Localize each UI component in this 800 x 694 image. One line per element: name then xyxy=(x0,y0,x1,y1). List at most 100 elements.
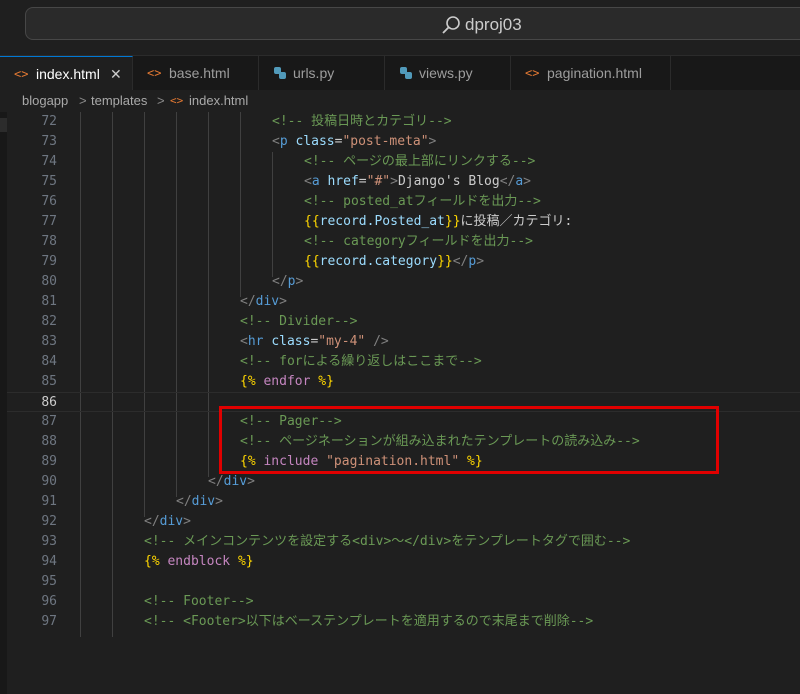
code-text: <!-- Divider--> xyxy=(240,312,357,332)
search-icon xyxy=(442,16,460,34)
code-line[interactable]: 73 <p class="post-meta"> xyxy=(7,132,800,152)
code-token: </ xyxy=(176,494,192,509)
editor-tab-bar: <> index.html ✕ <> base.html urls.py vie… xyxy=(0,55,800,91)
line-number: 89 xyxy=(41,454,57,469)
line-number: 97 xyxy=(41,614,57,629)
code-token: class xyxy=(271,334,311,349)
tab-base-html[interactable]: <> base.html xyxy=(133,56,259,91)
code-line[interactable]: 82 <!-- Divider--> xyxy=(7,312,800,332)
python-icon xyxy=(400,67,412,79)
code-line[interactable]: 79 {{record.category}}</p> xyxy=(7,252,800,272)
breadcrumb: blogapp > templates > <> index.html xyxy=(0,90,800,112)
code-line[interactable]: 81 </div> xyxy=(7,292,800,312)
line-number: 75 xyxy=(41,174,57,189)
code-line[interactable]: 96 <!-- Footer--> xyxy=(7,592,800,612)
line-number: 74 xyxy=(41,154,57,169)
code-text: </div> xyxy=(240,292,287,312)
code-token: </ xyxy=(144,514,160,529)
line-number: 94 xyxy=(41,554,57,569)
tab-pagination-html[interactable]: <> pagination.html xyxy=(511,56,671,91)
code-token: %} xyxy=(237,554,254,569)
code-line[interactable]: 94 {% endblock %} xyxy=(7,552,800,572)
code-text: <hr class="my-4" /> xyxy=(240,332,389,352)
code-line[interactable]: 72 <!-- 投稿日時とカテゴリ--> xyxy=(7,112,800,132)
code-line[interactable]: 97 <!-- <Footer>以下はベーステンプレートを適用するので末尾まで削除… xyxy=(7,612,800,632)
code-token: div xyxy=(159,514,184,529)
code-token: <!-- posted_atフィールドを出力--> xyxy=(304,194,541,209)
code-token: </ xyxy=(452,254,469,269)
code-token: <!-- ページの最上部にリンクする--> xyxy=(304,154,536,169)
code-line[interactable]: 83 <hr class="my-4" /> xyxy=(7,332,800,352)
close-icon[interactable]: ✕ xyxy=(110,57,122,91)
code-line[interactable]: 84 <!-- forによる繰り返しはここまで--> xyxy=(7,352,800,372)
code-text: </p> xyxy=(272,272,303,292)
code-token: class xyxy=(295,134,335,149)
code-token: endblock xyxy=(167,554,231,569)
code-token: > xyxy=(523,174,531,189)
tab-views-py[interactable]: views.py xyxy=(385,56,511,91)
code-token: endfor xyxy=(263,374,311,389)
code-token: </ xyxy=(499,174,516,189)
code-token: > xyxy=(215,494,223,509)
scroll-marker xyxy=(0,118,7,132)
line-number: 96 xyxy=(41,594,57,609)
code-line[interactable]: 85 {% endfor %} xyxy=(7,372,800,392)
line-number: 84 xyxy=(41,354,57,369)
code-line[interactable]: 78 <!-- categoryフィールドを出力--> xyxy=(7,232,800,252)
code-token: </ xyxy=(240,294,256,309)
code-token: > xyxy=(476,254,485,269)
breadcrumb-file[interactable]: index.html xyxy=(189,90,248,112)
code-token: a xyxy=(311,174,320,189)
code-line[interactable]: 80 </p> xyxy=(7,272,800,292)
line-number: 83 xyxy=(41,334,57,349)
code-text: </div> xyxy=(144,512,191,532)
python-icon xyxy=(274,67,286,79)
tab-urls-py[interactable]: urls.py xyxy=(259,56,385,91)
code-line[interactable]: 77 {{record.Posted_at}}に投稿／カテゴリ: xyxy=(7,212,800,232)
code-token: < xyxy=(272,134,280,149)
title-bar: dproj03 xyxy=(0,0,800,50)
line-number: 86 xyxy=(41,395,57,410)
code-token: {% xyxy=(240,374,256,389)
line-number: 90 xyxy=(41,474,57,489)
code-line[interactable]: 90 </div> xyxy=(7,472,800,492)
line-number: 77 xyxy=(41,214,57,229)
code-text: <!-- forによる繰り返しはここまで--> xyxy=(240,352,482,372)
code-line[interactable]: 91 </div> xyxy=(7,492,800,512)
code-text: </div> xyxy=(176,492,223,512)
code-token: %} xyxy=(318,374,334,389)
tab-index-html[interactable]: <> index.html ✕ xyxy=(0,56,133,91)
line-number: 91 xyxy=(41,494,57,509)
code-token: <!-- categoryフィールドを出力--> xyxy=(304,234,533,249)
line-number: 82 xyxy=(41,314,57,329)
code-token: < xyxy=(240,334,248,349)
line-number: 87 xyxy=(41,414,57,429)
breadcrumb-folder-templates[interactable]: templates xyxy=(91,90,147,112)
code-line[interactable]: 93 <!-- メインコンテンツを設定する<div>〜</div>をテンプレートタ… xyxy=(7,532,800,552)
code-line[interactable]: 75 <a href="#">Django's Blog</a> xyxy=(7,172,800,192)
code-token: </ xyxy=(272,274,288,289)
breadcrumb-folder-blogapp[interactable]: blogapp xyxy=(22,90,68,112)
line-number: 78 xyxy=(41,234,57,249)
code-text: {{record.category}}</p> xyxy=(304,252,484,272)
code-text: <!-- categoryフィールドを出力--> xyxy=(304,232,533,252)
code-token: {% xyxy=(144,554,160,569)
code-token: hr xyxy=(247,334,264,349)
code-line[interactable]: 74 <!-- ページの最上部にリンクする--> xyxy=(7,152,800,172)
code-token: {{ xyxy=(304,254,320,269)
code-editor[interactable]: 72 <!-- 投稿日時とカテゴリ--> 73 <p class="post-meta… xyxy=(7,112,800,694)
code-text: <!-- posted_atフィールドを出力--> xyxy=(304,192,541,212)
code-token: > xyxy=(390,174,398,189)
line-number: 76 xyxy=(41,194,57,209)
code-token: <!-- メインコンテンツを設定する<div>〜</div>をテンプレートタグで… xyxy=(144,534,631,549)
command-center-text[interactable]: dproj03 xyxy=(465,15,522,35)
html-file-icon: <> xyxy=(14,67,29,81)
command-center-search[interactable] xyxy=(25,7,800,40)
code-line[interactable]: 95 xyxy=(7,572,800,592)
code-line[interactable]: 92 </div> xyxy=(7,512,800,532)
line-number: 95 xyxy=(41,574,57,589)
code-token: }} xyxy=(444,214,461,229)
code-line[interactable]: 76 <!-- posted_atフィールドを出力--> xyxy=(7,192,800,212)
